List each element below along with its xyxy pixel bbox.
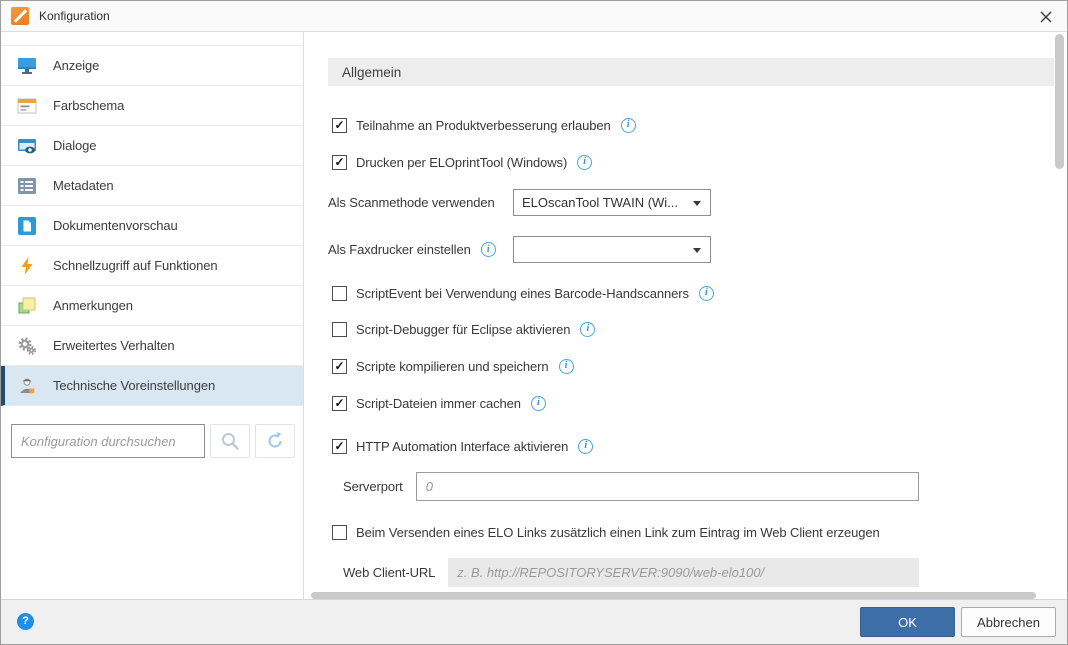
- setting-label: Scripte kompilieren und speichern: [356, 359, 549, 374]
- setting-label: Teilnahme an Produktverbesserung erlaube…: [356, 118, 611, 133]
- setting-label: Als Scanmethode verwenden: [328, 195, 495, 210]
- setting-row-elo-link: Beim Versenden eines ELO Links zusätzlic…: [332, 523, 880, 541]
- setting-row-produktverbesserung: ✓ Teilnahme an Produktverbesserung erlau…: [332, 116, 636, 134]
- refresh-icon: [265, 431, 285, 451]
- dropdown-value: ELOscanTool TWAIN (Wi...: [522, 195, 678, 210]
- chevron-down-icon: [693, 201, 701, 206]
- setting-row-scanmethode: Als Scanmethode verwenden: [328, 189, 495, 216]
- metadata-list-icon: [15, 177, 39, 195]
- sidebar-item-label: Metadaten: [53, 178, 114, 193]
- setting-row-eloprinttool: ✓ Drucken per ELOprintTool (Windows) i: [332, 153, 592, 171]
- gears-icon: [15, 336, 39, 356]
- monitor-icon: [15, 57, 39, 75]
- info-icon[interactable]: i: [578, 439, 593, 454]
- sidebar-item-label: Technische Voreinstellungen: [53, 378, 215, 393]
- sidebar-item-anzeige[interactable]: Anzeige: [1, 46, 303, 86]
- setting-row-serverport: Serverport: [343, 472, 919, 501]
- elo-logo-icon: [11, 7, 29, 25]
- colorscheme-icon: [15, 97, 39, 115]
- sidebar-item-label: Dialoge: [53, 138, 96, 153]
- setting-label: Serverport: [343, 479, 403, 494]
- title-bar: Konfiguration: [1, 1, 1067, 32]
- dialog-window-icon: [15, 137, 39, 155]
- search-button[interactable]: [210, 424, 250, 458]
- sticky-notes-icon: [15, 296, 39, 315]
- checkbox[interactable]: ✓: [332, 155, 347, 170]
- info-icon[interactable]: i: [481, 242, 496, 257]
- checkbox[interactable]: [332, 322, 347, 337]
- sidebar-item-label: Schnellzugriff auf Funktionen: [53, 258, 218, 273]
- checkbox[interactable]: ✓: [332, 359, 347, 374]
- close-button[interactable]: [1033, 4, 1059, 30]
- horizontal-scrollbar[interactable]: [311, 592, 1036, 599]
- setting-label: Drucken per ELOprintTool (Windows): [356, 155, 567, 170]
- cancel-button[interactable]: Abbrechen: [961, 607, 1056, 637]
- section-title: Allgemein: [342, 65, 401, 80]
- sidebar-search-row: [11, 424, 295, 458]
- search-icon: [219, 430, 241, 452]
- setting-label: Als Faxdrucker einstellen: [328, 242, 471, 257]
- web-client-url-input: [448, 558, 919, 587]
- checkbox[interactable]: [332, 525, 347, 540]
- sidebar-item-label: Anmerkungen: [53, 298, 133, 313]
- setting-label: ScriptEvent bei Verwendung eines Barcode…: [356, 286, 689, 301]
- vertical-scrollbar[interactable]: [1055, 34, 1064, 169]
- setting-label: Web Client-URL: [343, 565, 435, 580]
- reset-search-button[interactable]: [255, 424, 295, 458]
- settings-panel: Allgemein ✓ Teilnahme an Produktverbesse…: [304, 32, 1067, 601]
- checkbox[interactable]: ✓: [332, 118, 347, 133]
- chevron-down-icon: [693, 248, 701, 253]
- sidebar-item-label: Dokumentenvorschau: [53, 218, 178, 233]
- checkbox[interactable]: ✓: [332, 439, 347, 454]
- info-icon[interactable]: i: [531, 396, 546, 411]
- setting-row-script-debugger: Script-Debugger für Eclipse aktivieren i: [332, 320, 595, 338]
- sidebar-item-anmerkungen[interactable]: Anmerkungen: [1, 286, 303, 326]
- sidebar-item-dokumentenvorschau[interactable]: Dokumentenvorschau: [1, 206, 303, 246]
- scanmethode-dropdown[interactable]: ELOscanTool TWAIN (Wi...: [513, 189, 711, 216]
- checkbox[interactable]: ✓: [332, 396, 347, 411]
- document-preview-icon: [15, 217, 39, 235]
- lightning-icon: [15, 256, 39, 276]
- sidebar-item-farbschema[interactable]: Farbschema: [1, 86, 303, 126]
- technician-icon: [15, 376, 39, 395]
- sidebar: Anzeige Farbschema Dialoge Metadaten: [1, 32, 304, 601]
- help-icon[interactable]: ?: [17, 613, 34, 630]
- footer-bar: ? OK Abbrechen: [1, 599, 1067, 644]
- setting-row-web-client-url: Web Client-URL: [343, 558, 919, 587]
- info-icon[interactable]: i: [580, 322, 595, 337]
- checkbox[interactable]: [332, 286, 347, 301]
- info-icon[interactable]: i: [621, 118, 636, 133]
- setting-label: HTTP Automation Interface aktivieren: [356, 439, 568, 454]
- sidebar-item-metadaten[interactable]: Metadaten: [1, 166, 303, 206]
- sidebar-item-label: Erweitertes Verhalten: [53, 338, 174, 353]
- footer-buttons: OK Abbrechen: [860, 607, 1056, 637]
- setting-label: Script-Dateien immer cachen: [356, 396, 521, 411]
- section-header: Allgemein: [328, 58, 1054, 86]
- sidebar-item-technische-voreinstellungen[interactable]: Technische Voreinstellungen: [1, 366, 303, 406]
- setting-row-scripte-kompilieren: ✓ Scripte kompilieren und speichern i: [332, 357, 574, 375]
- serverport-input[interactable]: [416, 472, 919, 501]
- setting-row-script-cache: ✓ Script-Dateien immer cachen i: [332, 394, 546, 412]
- setting-row-http-automation: ✓ HTTP Automation Interface aktivieren i: [332, 437, 593, 455]
- faxdrucker-dropdown[interactable]: [513, 236, 711, 263]
- sidebar-item-label: Farbschema: [53, 98, 124, 113]
- setting-row-scriptevent: ScriptEvent bei Verwendung eines Barcode…: [332, 284, 714, 302]
- sidebar-item-schnellzugriff[interactable]: Schnellzugriff auf Funktionen: [1, 246, 303, 286]
- search-input[interactable]: [11, 424, 205, 458]
- setting-row-faxdrucker: Als Faxdrucker einstellen i: [328, 236, 496, 263]
- close-icon: [1039, 10, 1053, 24]
- ok-button[interactable]: OK: [860, 607, 955, 637]
- sidebar-nav: Anzeige Farbschema Dialoge Metadaten: [1, 45, 303, 406]
- info-icon[interactable]: i: [699, 286, 714, 301]
- window-title: Konfiguration: [39, 9, 110, 23]
- sidebar-item-dialoge[interactable]: Dialoge: [1, 126, 303, 166]
- configuration-dialog: Konfiguration Anzeige Farbschema: [0, 0, 1068, 645]
- sidebar-item-erweitertes-verhalten[interactable]: Erweitertes Verhalten: [1, 326, 303, 366]
- info-icon[interactable]: i: [577, 155, 592, 170]
- setting-label: Beim Versenden eines ELO Links zusätzlic…: [356, 525, 880, 540]
- setting-label: Script-Debugger für Eclipse aktivieren: [356, 322, 570, 337]
- info-icon[interactable]: i: [559, 359, 574, 374]
- sidebar-item-label: Anzeige: [53, 58, 99, 73]
